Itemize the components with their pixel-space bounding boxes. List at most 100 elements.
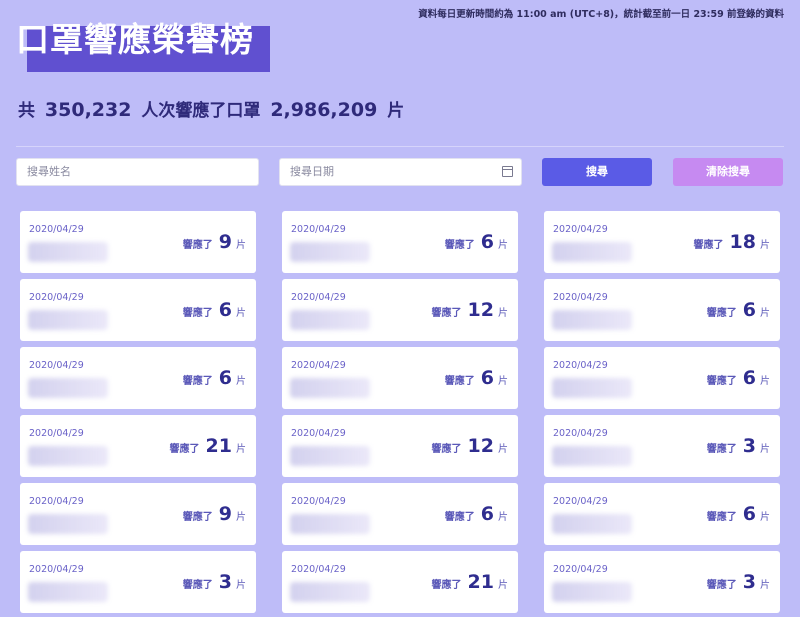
card-count-value: 6 [742,367,756,389]
card-date: 2020/04/29 [291,360,346,371]
card-count: 響應了 3 片 [183,571,246,593]
card-count-prefix: 響應了 [706,376,737,387]
card-count-unit: 片 [498,308,508,319]
honor-card: 2020/04/29 響應了 6 片 [544,483,780,545]
card-count-unit: 片 [760,580,770,591]
blurred-name [552,446,632,466]
honor-card: 2020/04/29 響應了 3 片 [544,415,780,477]
blurred-name [290,446,370,466]
card-count-prefix: 響應了 [706,444,737,455]
card-date: 2020/04/29 [29,360,84,371]
blurred-name [290,378,370,398]
search-date-input[interactable]: 搜尋日期 [279,158,522,186]
card-count: 響應了 12 片 [432,299,508,321]
card-count: 響應了 9 片 [183,231,246,253]
card-date: 2020/04/29 [291,496,346,507]
card-date: 2020/04/29 [553,428,608,439]
update-notice: 資料每日更新時間約為 11:00 am (UTC+8)，統計截至前一日 23:5… [418,9,784,20]
card-count-value: 9 [218,503,232,525]
card-date: 2020/04/29 [29,428,84,439]
card-count-value: 21 [205,435,232,457]
blurred-name [552,514,632,534]
card-count: 響應了 6 片 [183,299,246,321]
card-count-prefix: 響應了 [182,512,213,523]
card-count: 響應了 18 片 [694,231,770,253]
card-count-prefix: 響應了 [706,512,737,523]
honor-card: 2020/04/29 響應了 6 片 [20,347,256,409]
card-date: 2020/04/29 [553,496,608,507]
card-count: 響應了 21 片 [432,571,508,593]
card-count-value: 21 [467,571,494,593]
card-count: 響應了 6 片 [445,503,508,525]
card-count-value: 12 [467,299,494,321]
card-count: 響應了 6 片 [707,299,770,321]
honor-card: 2020/04/29 響應了 21 片 [282,551,518,613]
search-button[interactable]: 搜尋 [542,158,652,186]
card-count-prefix: 響應了 [431,580,462,591]
card-count-value: 6 [218,299,232,321]
card-count-prefix: 響應了 [182,240,213,251]
blurred-name [28,582,108,602]
calendar-icon[interactable] [502,166,513,177]
summary-line: 共 350,232 人次響應了口罩 2,986,209 片 [18,96,404,121]
card-count-prefix: 響應了 [706,308,737,319]
card-count-unit: 片 [498,376,508,387]
blurred-name [290,242,370,262]
card-count: 響應了 6 片 [445,231,508,253]
card-count-value: 3 [742,435,756,457]
card-date: 2020/04/29 [291,564,346,575]
card-count: 響應了 3 片 [707,571,770,593]
honor-card: 2020/04/29 響應了 6 片 [282,347,518,409]
card-date: 2020/04/29 [291,224,346,235]
card-count-prefix: 響應了 [182,580,213,591]
honor-card: 2020/04/29 響應了 6 片 [282,211,518,273]
card-count-unit: 片 [498,240,508,251]
honor-card: 2020/04/29 響應了 9 片 [20,483,256,545]
card-count-unit: 片 [236,444,246,455]
card-count-prefix: 響應了 [444,376,475,387]
clear-search-button[interactable]: 清除搜尋 [673,158,783,186]
card-date: 2020/04/29 [553,292,608,303]
card-count-unit: 片 [498,512,508,523]
card-date: 2020/04/29 [553,360,608,371]
card-count-unit: 片 [498,580,508,591]
card-count-prefix: 響應了 [431,308,462,319]
honor-card: 2020/04/29 響應了 12 片 [282,415,518,477]
card-count-value: 6 [480,367,494,389]
honor-card: 2020/04/29 響應了 6 片 [544,347,780,409]
summary-middle: 人次響應了口罩 [141,101,261,121]
divider [16,146,784,147]
card-date: 2020/04/29 [29,292,84,303]
card-count-prefix: 響應了 [693,240,724,251]
summary-suffix: 片 [387,101,405,121]
honor-card-grid: 2020/04/29 響應了 9 片 2020/04/29 響應了 6 片 2020/04/29… [20,211,780,613]
blurred-name [552,242,632,262]
blurred-name [552,310,632,330]
honor-card: 2020/04/29 響應了 12 片 [282,279,518,341]
card-count-unit: 片 [236,308,246,319]
mask-count: 2,986,209 [270,99,378,121]
card-count-unit: 片 [760,512,770,523]
honor-card: 2020/04/29 響應了 9 片 [20,211,256,273]
search-name-input[interactable]: 搜尋姓名 [16,158,259,186]
title-banner: 口罩響應榮譽榜 [16,20,276,72]
card-count: 響應了 9 片 [183,503,246,525]
card-count-unit: 片 [760,376,770,387]
card-count-value: 6 [480,503,494,525]
blurred-name [28,310,108,330]
blurred-name [290,310,370,330]
card-date: 2020/04/29 [29,496,84,507]
card-count-value: 3 [218,571,232,593]
blurred-name [28,514,108,534]
card-count: 響應了 6 片 [183,367,246,389]
card-count-value: 18 [729,231,756,253]
card-count-unit: 片 [236,240,246,251]
card-count-prefix: 響應了 [182,308,213,319]
honor-card: 2020/04/29 響應了 6 片 [544,279,780,341]
card-count: 響應了 6 片 [445,367,508,389]
card-date: 2020/04/29 [553,224,608,235]
card-count: 響應了 6 片 [707,367,770,389]
honor-card: 2020/04/29 響應了 21 片 [20,415,256,477]
blurred-name [28,446,108,466]
card-count-unit: 片 [498,444,508,455]
